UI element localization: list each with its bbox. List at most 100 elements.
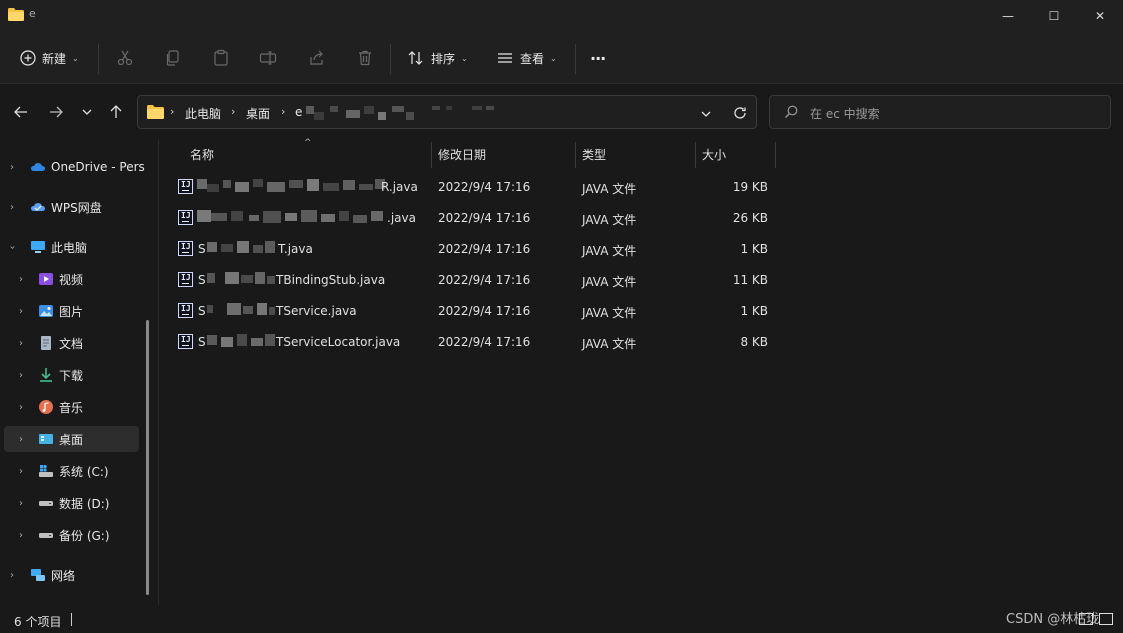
maximize-icon: ☐ <box>1048 9 1060 23</box>
chevron-down-icon[interactable]: › <box>7 245 18 249</box>
view-button[interactable]: 查看 ⌄ <box>496 43 557 73</box>
breadcrumb-current-folder[interactable]: e <box>295 105 302 119</box>
copy-button[interactable] <box>164 43 182 73</box>
minimize-button[interactable]: — <box>985 0 1031 32</box>
video-icon <box>39 273 53 285</box>
chevron-right-icon[interactable]: › <box>19 434 23 445</box>
drive-c-icon <box>39 465 53 477</box>
file-name-prefix: S <box>198 242 206 256</box>
redacted-filename-pixels <box>197 179 385 192</box>
back-button[interactable] <box>8 99 34 125</box>
file-row[interactable]: IJ S TServiceLocator.java 2022/9/4 17:16… <box>171 328 777 356</box>
search-icon <box>785 105 798 118</box>
file-type: JAVA 文件 <box>582 306 637 320</box>
file-row[interactable]: IJ R.java 2022/9/4 17:16 JAVA 文件 19 KB <box>171 173 777 201</box>
file-row[interactable]: IJ S TBindingStub.java 2022/9/4 17:16 JA… <box>171 266 777 294</box>
sidebar-item-downloads[interactable]: › 下载 <box>0 362 140 388</box>
breadcrumb-desktop[interactable]: 桌面 <box>246 105 270 122</box>
tiles-view-icon[interactable] <box>1099 613 1113 625</box>
sidebar-item-pictures[interactable]: › 图片 <box>0 298 140 324</box>
refresh-icon[interactable] <box>732 105 748 121</box>
rename-button[interactable] <box>259 43 277 73</box>
sidebar-item-onedrive[interactable]: › OneDrive - Pers <box>0 154 145 180</box>
details-view-icon[interactable] <box>1079 613 1093 625</box>
intellij-java-file-icon: IJ <box>178 334 193 349</box>
intellij-java-file-icon: IJ <box>178 241 193 256</box>
delete-button[interactable] <box>356 43 374 73</box>
minimize-icon: — <box>1002 9 1014 23</box>
sidebar-item-wps[interactable]: › WPS网盘 <box>0 194 140 220</box>
chevron-right-icon[interactable]: › <box>19 370 23 381</box>
column-header-modified[interactable]: 修改日期 <box>438 140 486 168</box>
file-name-prefix: S <box>198 273 206 287</box>
chevron-right-icon[interactable]: › <box>10 162 14 173</box>
chevron-right-icon[interactable]: › <box>19 338 23 349</box>
chevron-right-icon[interactable]: › <box>19 402 23 413</box>
redacted-filename-pixels <box>207 272 275 284</box>
breadcrumb-separator-icon: › <box>231 105 236 118</box>
file-modified: 2022/9/4 17:16 <box>438 242 531 256</box>
sidebar-item-videos[interactable]: › 视频 <box>0 266 140 292</box>
column-separator[interactable] <box>431 142 432 168</box>
file-name: R.java <box>381 180 418 194</box>
search-input[interactable]: 在 ec 中搜索 <box>810 105 880 122</box>
arrow-right-icon <box>50 106 63 118</box>
file-type: JAVA 文件 <box>582 182 637 196</box>
sort-button[interactable]: 排序 ⌄ <box>407 43 468 73</box>
column-separator[interactable] <box>575 142 576 168</box>
column-header-name[interactable]: 名称 <box>190 140 214 168</box>
intellij-java-file-icon: IJ <box>178 303 193 318</box>
chevron-right-icon[interactable]: › <box>19 498 23 509</box>
chevron-right-icon[interactable]: › <box>19 466 23 477</box>
maximize-button[interactable]: ☐ <box>1031 0 1077 32</box>
chevron-right-icon[interactable]: › <box>19 274 23 285</box>
sidebar-item-drive-d[interactable]: › 数据 (D:) <box>0 490 140 516</box>
close-button[interactable]: ✕ <box>1077 0 1123 32</box>
column-separator[interactable] <box>695 142 696 168</box>
up-button[interactable] <box>103 99 129 125</box>
new-button[interactable]: 新建 ⌄ <box>20 43 79 73</box>
cut-button[interactable] <box>116 43 134 73</box>
file-row[interactable]: IJ S TService.java 2022/9/4 17:16 JAVA 文… <box>171 297 777 325</box>
sidebar-item-music[interactable]: › 音乐 <box>0 394 140 420</box>
file-size: 26 KB <box>732 211 768 225</box>
file-row[interactable]: IJ .java 2022/9/4 17:16 JAVA 文件 26 KB <box>171 204 777 232</box>
more-options-button[interactable]: ··· <box>590 43 606 73</box>
sidebar-scrollbar[interactable] <box>146 320 149 595</box>
search-box[interactable]: 在 ec 中搜索 <box>769 95 1111 129</box>
column-header-size[interactable]: 大小 <box>702 140 726 168</box>
forward-button[interactable] <box>43 99 69 125</box>
breadcrumb-this-pc[interactable]: 此电脑 <box>185 105 221 122</box>
wps-cloud-icon <box>31 203 45 211</box>
chevron-right-icon[interactable]: › <box>10 570 14 581</box>
file-type: JAVA 文件 <box>582 337 637 351</box>
chevron-right-icon[interactable]: › <box>10 202 14 213</box>
redacted-filename-pixels <box>207 334 275 347</box>
network-icon <box>31 569 45 581</box>
documents-icon <box>41 336 51 350</box>
sidebar-item-this-pc[interactable]: › 此电脑 <box>0 234 140 260</box>
folder-icon <box>8 8 24 21</box>
file-name-prefix: S <box>198 304 206 318</box>
share-button[interactable] <box>308 43 326 73</box>
paste-button[interactable] <box>212 43 230 73</box>
chevron-down-icon[interactable] <box>700 108 712 120</box>
chevron-down-icon: ⌄ <box>72 53 79 63</box>
file-row[interactable]: IJ S T.java 2022/9/4 17:16 JAVA 文件 1 KB <box>171 235 777 263</box>
sidebar-item-network[interactable]: › 网络 <box>0 562 140 588</box>
drive-icon <box>39 501 53 506</box>
sidebar-item-documents[interactable]: › 文档 <box>0 330 140 356</box>
column-header-type[interactable]: 类型 <box>582 140 606 168</box>
chevron-right-icon[interactable]: › <box>19 530 23 541</box>
sidebar-item-desktop[interactable]: › 桌面 <box>4 426 139 452</box>
paste-icon <box>214 49 228 66</box>
sidebar-item-drive-g[interactable]: › 备份 (G:) <box>0 522 140 548</box>
folder-icon <box>147 105 164 119</box>
address-bar[interactable]: › 此电脑 › 桌面 › e <box>137 95 757 129</box>
chevron-right-icon[interactable]: › <box>19 306 23 317</box>
recent-locations-button[interactable] <box>74 99 100 125</box>
close-icon: ✕ <box>1094 9 1106 23</box>
file-type: JAVA 文件 <box>582 244 637 258</box>
column-separator[interactable] <box>775 142 776 168</box>
sidebar-item-drive-c[interactable]: › 系统 (C:) <box>0 458 140 484</box>
